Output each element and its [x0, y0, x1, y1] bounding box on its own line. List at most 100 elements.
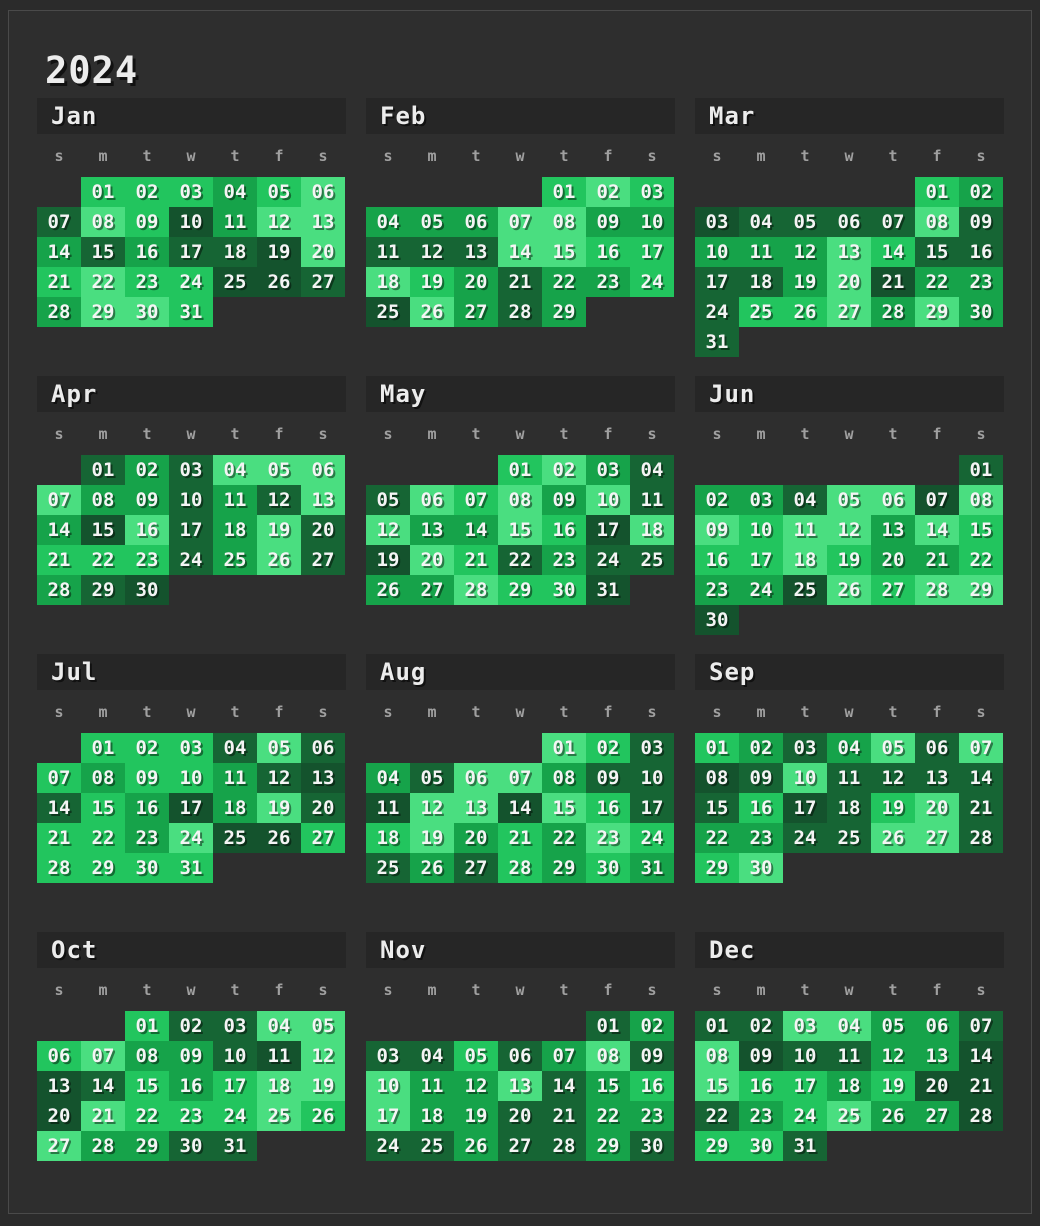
day-cell[interactable]: 28 [498, 853, 542, 883]
day-cell[interactable]: 24 [783, 823, 827, 853]
day-cell[interactable]: 25 [410, 1131, 454, 1161]
day-cell[interactable]: 25 [213, 545, 257, 575]
day-cell[interactable]: 31 [783, 1131, 827, 1161]
day-cell[interactable]: 06 [301, 177, 345, 207]
day-cell[interactable]: 15 [542, 237, 586, 267]
day-cell[interactable]: 08 [498, 485, 542, 515]
day-cell[interactable]: 11 [630, 485, 674, 515]
day-cell[interactable]: 13 [410, 515, 454, 545]
day-cell[interactable]: 23 [125, 267, 169, 297]
day-cell[interactable]: 24 [783, 1101, 827, 1131]
day-cell[interactable]: 26 [410, 853, 454, 883]
day-cell[interactable]: 11 [827, 1041, 871, 1071]
day-cell[interactable]: 16 [125, 515, 169, 545]
day-cell[interactable]: 27 [301, 545, 345, 575]
day-cell[interactable]: 20 [454, 823, 498, 853]
day-cell[interactable]: 05 [257, 733, 301, 763]
day-cell[interactable]: 10 [169, 763, 213, 793]
day-cell[interactable]: 08 [542, 207, 586, 237]
day-cell[interactable]: 28 [959, 1101, 1003, 1131]
day-cell[interactable]: 08 [586, 1041, 630, 1071]
day-cell[interactable]: 03 [366, 1041, 410, 1071]
day-cell[interactable]: 20 [454, 267, 498, 297]
day-cell[interactable]: 13 [454, 237, 498, 267]
day-cell[interactable]: 06 [410, 485, 454, 515]
day-cell[interactable]: 04 [366, 207, 410, 237]
day-cell[interactable]: 09 [542, 485, 586, 515]
day-cell[interactable]: 07 [37, 763, 81, 793]
day-cell[interactable]: 10 [169, 485, 213, 515]
day-cell[interactable]: 09 [630, 1041, 674, 1071]
day-cell[interactable]: 09 [125, 485, 169, 515]
day-cell[interactable]: 31 [630, 853, 674, 883]
day-cell[interactable]: 06 [915, 733, 959, 763]
day-cell[interactable]: 28 [454, 575, 498, 605]
day-cell[interactable]: 03 [783, 733, 827, 763]
day-cell[interactable]: 01 [81, 177, 125, 207]
day-cell[interactable]: 26 [454, 1131, 498, 1161]
day-cell[interactable]: 08 [959, 485, 1003, 515]
day-cell[interactable]: 06 [454, 207, 498, 237]
day-cell[interactable]: 18 [739, 267, 783, 297]
day-cell[interactable]: 11 [213, 485, 257, 515]
day-cell[interactable]: 07 [37, 485, 81, 515]
day-cell[interactable]: 14 [498, 237, 542, 267]
day-cell[interactable]: 01 [959, 455, 1003, 485]
day-cell[interactable]: 30 [739, 1131, 783, 1161]
day-cell[interactable]: 09 [586, 763, 630, 793]
day-cell[interactable]: 08 [542, 763, 586, 793]
day-cell[interactable]: 25 [827, 823, 871, 853]
day-cell[interactable]: 04 [827, 733, 871, 763]
day-cell[interactable]: 12 [410, 237, 454, 267]
day-cell[interactable]: 26 [783, 297, 827, 327]
day-cell[interactable]: 29 [81, 297, 125, 327]
day-cell[interactable]: 24 [169, 267, 213, 297]
day-cell[interactable]: 29 [586, 1131, 630, 1161]
day-cell[interactable]: 08 [915, 207, 959, 237]
day-cell[interactable]: 14 [959, 1041, 1003, 1071]
day-cell[interactable]: 22 [542, 267, 586, 297]
day-cell[interactable]: 10 [630, 763, 674, 793]
day-cell[interactable]: 19 [783, 267, 827, 297]
day-cell[interactable]: 15 [81, 515, 125, 545]
day-cell[interactable]: 22 [81, 267, 125, 297]
day-cell[interactable]: 04 [739, 207, 783, 237]
day-cell[interactable]: 21 [81, 1101, 125, 1131]
day-cell[interactable]: 03 [586, 455, 630, 485]
day-cell[interactable]: 25 [366, 853, 410, 883]
day-cell[interactable]: 16 [542, 515, 586, 545]
day-cell[interactable]: 16 [586, 793, 630, 823]
day-cell[interactable]: 23 [169, 1101, 213, 1131]
day-cell[interactable]: 29 [542, 853, 586, 883]
day-cell[interactable]: 02 [125, 455, 169, 485]
day-cell[interactable]: 15 [81, 237, 125, 267]
day-cell[interactable]: 31 [169, 297, 213, 327]
day-cell[interactable]: 09 [125, 763, 169, 793]
day-cell[interactable]: 27 [498, 1131, 542, 1161]
day-cell[interactable]: 02 [959, 177, 1003, 207]
day-cell[interactable]: 05 [827, 485, 871, 515]
day-cell[interactable]: 05 [871, 733, 915, 763]
day-cell[interactable]: 19 [871, 793, 915, 823]
day-cell[interactable]: 17 [783, 793, 827, 823]
day-cell[interactable]: 15 [125, 1071, 169, 1101]
day-cell[interactable]: 15 [586, 1071, 630, 1101]
day-cell[interactable]: 02 [695, 485, 739, 515]
day-cell[interactable]: 08 [125, 1041, 169, 1071]
day-cell[interactable]: 06 [454, 763, 498, 793]
day-cell[interactable]: 22 [81, 545, 125, 575]
day-cell[interactable]: 06 [301, 455, 345, 485]
day-cell[interactable]: 10 [695, 237, 739, 267]
day-cell[interactable]: 20 [410, 545, 454, 575]
day-cell[interactable]: 11 [783, 515, 827, 545]
day-cell[interactable]: 12 [301, 1041, 345, 1071]
day-cell[interactable]: 17 [169, 793, 213, 823]
day-cell[interactable]: 29 [915, 297, 959, 327]
day-cell[interactable]: 13 [498, 1071, 542, 1101]
day-cell[interactable]: 29 [542, 297, 586, 327]
day-cell[interactable]: 03 [213, 1011, 257, 1041]
day-cell[interactable]: 15 [915, 237, 959, 267]
day-cell[interactable]: 23 [630, 1101, 674, 1131]
day-cell[interactable]: 01 [81, 733, 125, 763]
day-cell[interactable]: 25 [630, 545, 674, 575]
